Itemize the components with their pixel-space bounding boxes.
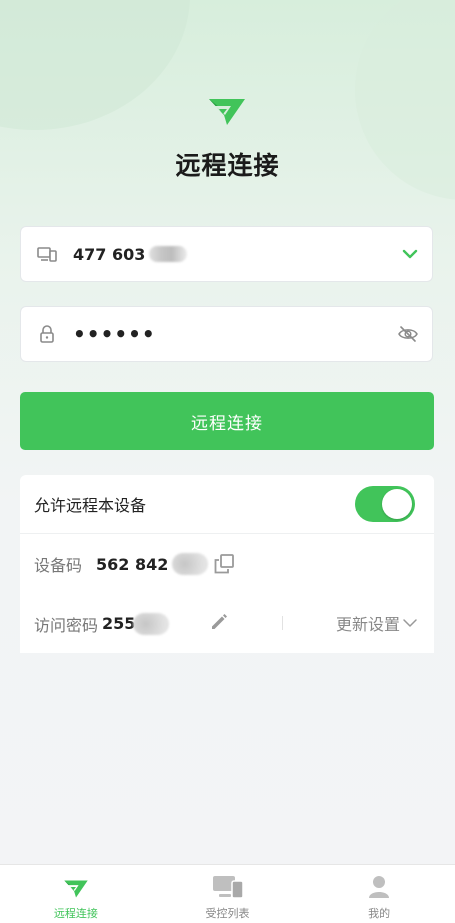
edit-icon[interactable] <box>209 612 229 632</box>
access-password-row: 访问密码 255 更新设置 <box>20 594 434 653</box>
redacted-digits <box>133 612 170 635</box>
allow-remote-label: 允许远程本设备 <box>34 496 147 515</box>
password-field[interactable]: •••••• <box>20 306 433 362</box>
user-icon <box>369 876 390 898</box>
eye-off-icon[interactable] <box>398 325 418 343</box>
device-code-value-wrap: 562 842 <box>96 553 209 575</box>
remote-logo-icon <box>64 880 88 898</box>
device-code-value: 562 842 <box>96 554 169 574</box>
update-settings-button[interactable]: 更新设置 <box>336 611 418 635</box>
device-code-row: 设备码 562 842 <box>20 534 434 594</box>
password-value: •••••• <box>73 322 156 346</box>
chevron-down-icon[interactable] <box>402 249 418 259</box>
redacted-digits <box>149 246 188 262</box>
redacted-digits <box>172 553 209 575</box>
background-decoration <box>0 0 190 130</box>
page-title: 远程连接 <box>175 151 280 180</box>
app-logo-icon <box>209 99 245 125</box>
tab-remote-connect[interactable]: 远程连接 <box>0 865 152 923</box>
tab-mine[interactable]: 我的 <box>303 865 455 923</box>
device-id-value: 477 603 <box>73 244 146 264</box>
chevron-down-icon <box>403 619 417 627</box>
access-password-label: 访问密码 <box>34 615 99 635</box>
update-settings-label: 更新设置 <box>335 615 400 634</box>
connect-button[interactable]: 远程连接 <box>20 392 434 450</box>
device-id-field[interactable]: 477 603 <box>20 226 433 282</box>
allow-remote-toggle[interactable] <box>355 486 415 522</box>
access-password-value: 255 <box>102 614 136 633</box>
divider <box>282 616 283 630</box>
toggle-knob <box>382 489 412 519</box>
tab-label: 受控列表 <box>205 907 250 920</box>
bottom-tab-bar: 远程连接 受控列表 我的 <box>0 864 455 923</box>
settings-card: 允许远程本设备 设备码 562 842 访问密码 255 更新设置 <box>20 475 434 653</box>
tab-label: 远程连接 <box>53 907 98 920</box>
copy-icon[interactable] <box>214 554 235 574</box>
lock-icon <box>40 325 54 343</box>
device-code-label: 设备码 <box>34 556 83 575</box>
devices-icon <box>212 876 244 899</box>
page: 远程连接 477 603 •••••• 远程连接 允许远程本设备 设备码 562… <box>0 0 455 923</box>
tab-controlled-list[interactable]: 受控列表 <box>152 865 304 923</box>
devices-icon <box>37 247 57 262</box>
allow-remote-row: 允许远程本设备 <box>20 475 434 534</box>
access-password-value-wrap: 255 <box>102 612 170 635</box>
tab-label: 我的 <box>368 907 391 920</box>
